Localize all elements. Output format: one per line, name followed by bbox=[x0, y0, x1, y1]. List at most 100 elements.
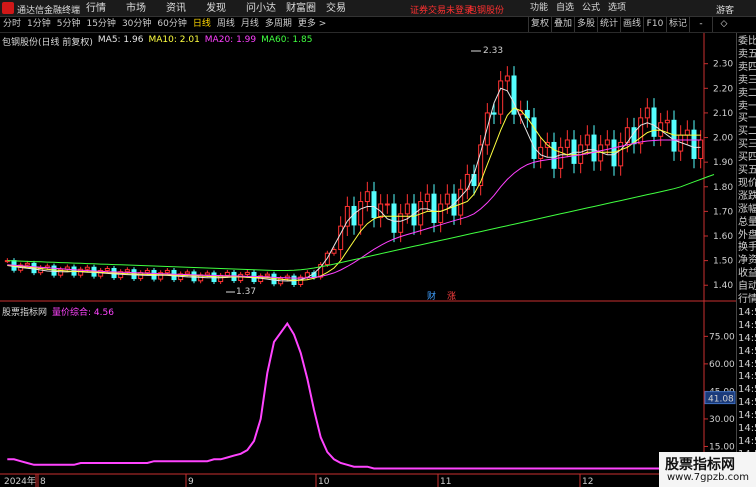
quote-side-panel: 委比 卖五 卖四 卖三 卖二 卖一 买一 买二 买三 买四 买五 现价 涨跌 涨幅 总量 外盘 换手 净资 收益 自动… bbox=[736, 33, 756, 487]
candle-body bbox=[691, 129, 697, 159]
price-tick-label: 2.00 bbox=[713, 134, 733, 144]
indicator-polyline bbox=[7, 321, 701, 470]
price-tick-label: 1.40 bbox=[713, 281, 733, 291]
side-panel-label: 14:5 bbox=[738, 397, 756, 409]
candle-body bbox=[471, 173, 477, 187]
side-panel-label: 涨幅 bbox=[738, 203, 756, 215]
side-panel-label: 卖二 bbox=[738, 87, 756, 99]
candle-body bbox=[104, 267, 110, 271]
time-tick-label: 9 bbox=[188, 477, 194, 487]
side-panel-label: 买四 bbox=[738, 152, 756, 164]
side-panel-label: 总量 bbox=[738, 216, 756, 228]
candle-body bbox=[531, 117, 537, 159]
candle-body bbox=[24, 262, 30, 266]
candle-body bbox=[84, 266, 90, 270]
side-panel-label: 14:5 bbox=[738, 384, 756, 396]
candle-body bbox=[664, 119, 670, 124]
candle-body bbox=[438, 203, 444, 223]
side-panel-label: 14:5 bbox=[738, 358, 756, 370]
current-value-label: 41.08 bbox=[708, 395, 734, 405]
side-panel-label: 买三 bbox=[738, 139, 756, 151]
watermark-url: www.7gpzb.com bbox=[667, 472, 749, 483]
side-panel-label: 14:5 bbox=[738, 345, 756, 357]
candle-body bbox=[698, 139, 704, 159]
candle-body bbox=[498, 80, 504, 115]
price-tick-label: 1.80 bbox=[713, 183, 733, 193]
ma10-line bbox=[7, 107, 701, 281]
side-panel-label: 自动 bbox=[738, 281, 756, 293]
candle-body bbox=[644, 107, 650, 119]
side-panel-label: 买二 bbox=[738, 126, 756, 138]
candle-body bbox=[184, 271, 190, 275]
time-tick-label: 10 bbox=[318, 477, 330, 487]
time-tick-label: 2024年 bbox=[4, 475, 36, 487]
candle-body bbox=[384, 203, 390, 206]
price-tick-label: 2.10 bbox=[713, 109, 733, 119]
candle-body bbox=[391, 203, 397, 233]
zhang-marker: 涨 bbox=[447, 291, 456, 302]
side-panel-label: 卖三 bbox=[738, 74, 756, 86]
price-tick-label: 2.20 bbox=[713, 84, 733, 94]
price-tick-label: 1.50 bbox=[713, 257, 733, 267]
side-panel-label: 收益 bbox=[738, 268, 756, 280]
candle-body bbox=[591, 134, 597, 162]
kline-chart[interactable]: 2.30 2.20 2.10 2.00 1.90 1.80 1.70 1.60 1.50 1.40… bbox=[0, 0, 736, 487]
side-panel-label: 卖四 bbox=[738, 61, 756, 73]
candle-body bbox=[264, 273, 270, 277]
candle-body bbox=[444, 193, 450, 205]
watermark-title: 股票指标网 bbox=[665, 457, 735, 473]
side-panel-label: 14:5 bbox=[738, 319, 756, 331]
side-panel-label: 14:5 bbox=[738, 410, 756, 422]
side-panel-label: 涨跌 bbox=[738, 190, 756, 202]
side-panel-label: 外盘 bbox=[738, 229, 756, 241]
candle-body bbox=[371, 191, 377, 219]
candle-body bbox=[244, 271, 250, 275]
sub-tick-label: 60.00 bbox=[709, 360, 735, 370]
candle-body bbox=[144, 269, 150, 274]
side-panel-label: 卖一 bbox=[738, 100, 756, 112]
moving-average-lines bbox=[7, 87, 715, 282]
price-tick-label: 1.90 bbox=[713, 158, 733, 168]
sub-tick-label: 15.00 bbox=[709, 442, 735, 452]
time-tick-label: 8 bbox=[40, 477, 46, 487]
high-price-label: 2.33 bbox=[483, 46, 503, 56]
candle-body bbox=[358, 201, 364, 226]
side-panel-label: 14:5 bbox=[738, 306, 756, 318]
side-panel-label: 委比 bbox=[738, 36, 756, 47]
time-tick-label: 11 bbox=[440, 477, 451, 487]
candle-body bbox=[604, 139, 610, 146]
side-panel-label: 换手 bbox=[738, 242, 756, 254]
candle-body bbox=[124, 269, 130, 273]
candle-body bbox=[651, 107, 657, 137]
candlestick-series bbox=[4, 66, 704, 287]
candle-body bbox=[584, 134, 590, 146]
time-tick-label: 12 bbox=[582, 477, 593, 487]
sub-tick-label: 30.00 bbox=[709, 415, 735, 425]
candle-body bbox=[504, 75, 510, 82]
candle-body bbox=[564, 139, 570, 148]
side-panel-label: 14:5 bbox=[738, 423, 756, 434]
candle-body bbox=[211, 272, 217, 283]
candle-body bbox=[611, 139, 617, 167]
low-price-label: 1.37 bbox=[236, 287, 256, 297]
candle-body bbox=[164, 269, 170, 274]
side-panel-label: 净资 bbox=[738, 255, 756, 267]
candle-body bbox=[204, 272, 210, 276]
sub-tick-label: 75.00 bbox=[709, 332, 735, 342]
price-tick-label: 1.60 bbox=[713, 232, 733, 242]
candle-body bbox=[551, 141, 557, 169]
side-panel-label: 14:5 bbox=[738, 332, 756, 344]
candle-body bbox=[331, 249, 337, 254]
cai-marker: 财 bbox=[427, 290, 436, 302]
candle-body bbox=[338, 225, 344, 251]
candle-body bbox=[404, 203, 410, 215]
candle-body bbox=[684, 129, 690, 136]
side-panel-label: 现价 bbox=[738, 177, 756, 189]
ma5-line bbox=[7, 87, 701, 282]
candle-body bbox=[458, 188, 464, 216]
candle-body bbox=[424, 193, 430, 203]
side-panel-label: 行情 bbox=[738, 294, 756, 305]
watermark: 股票指标网 www.7gpzb.com bbox=[659, 452, 756, 487]
side-panel-label: 买一 bbox=[738, 113, 756, 125]
side-panel-label: 买五 bbox=[738, 165, 756, 176]
